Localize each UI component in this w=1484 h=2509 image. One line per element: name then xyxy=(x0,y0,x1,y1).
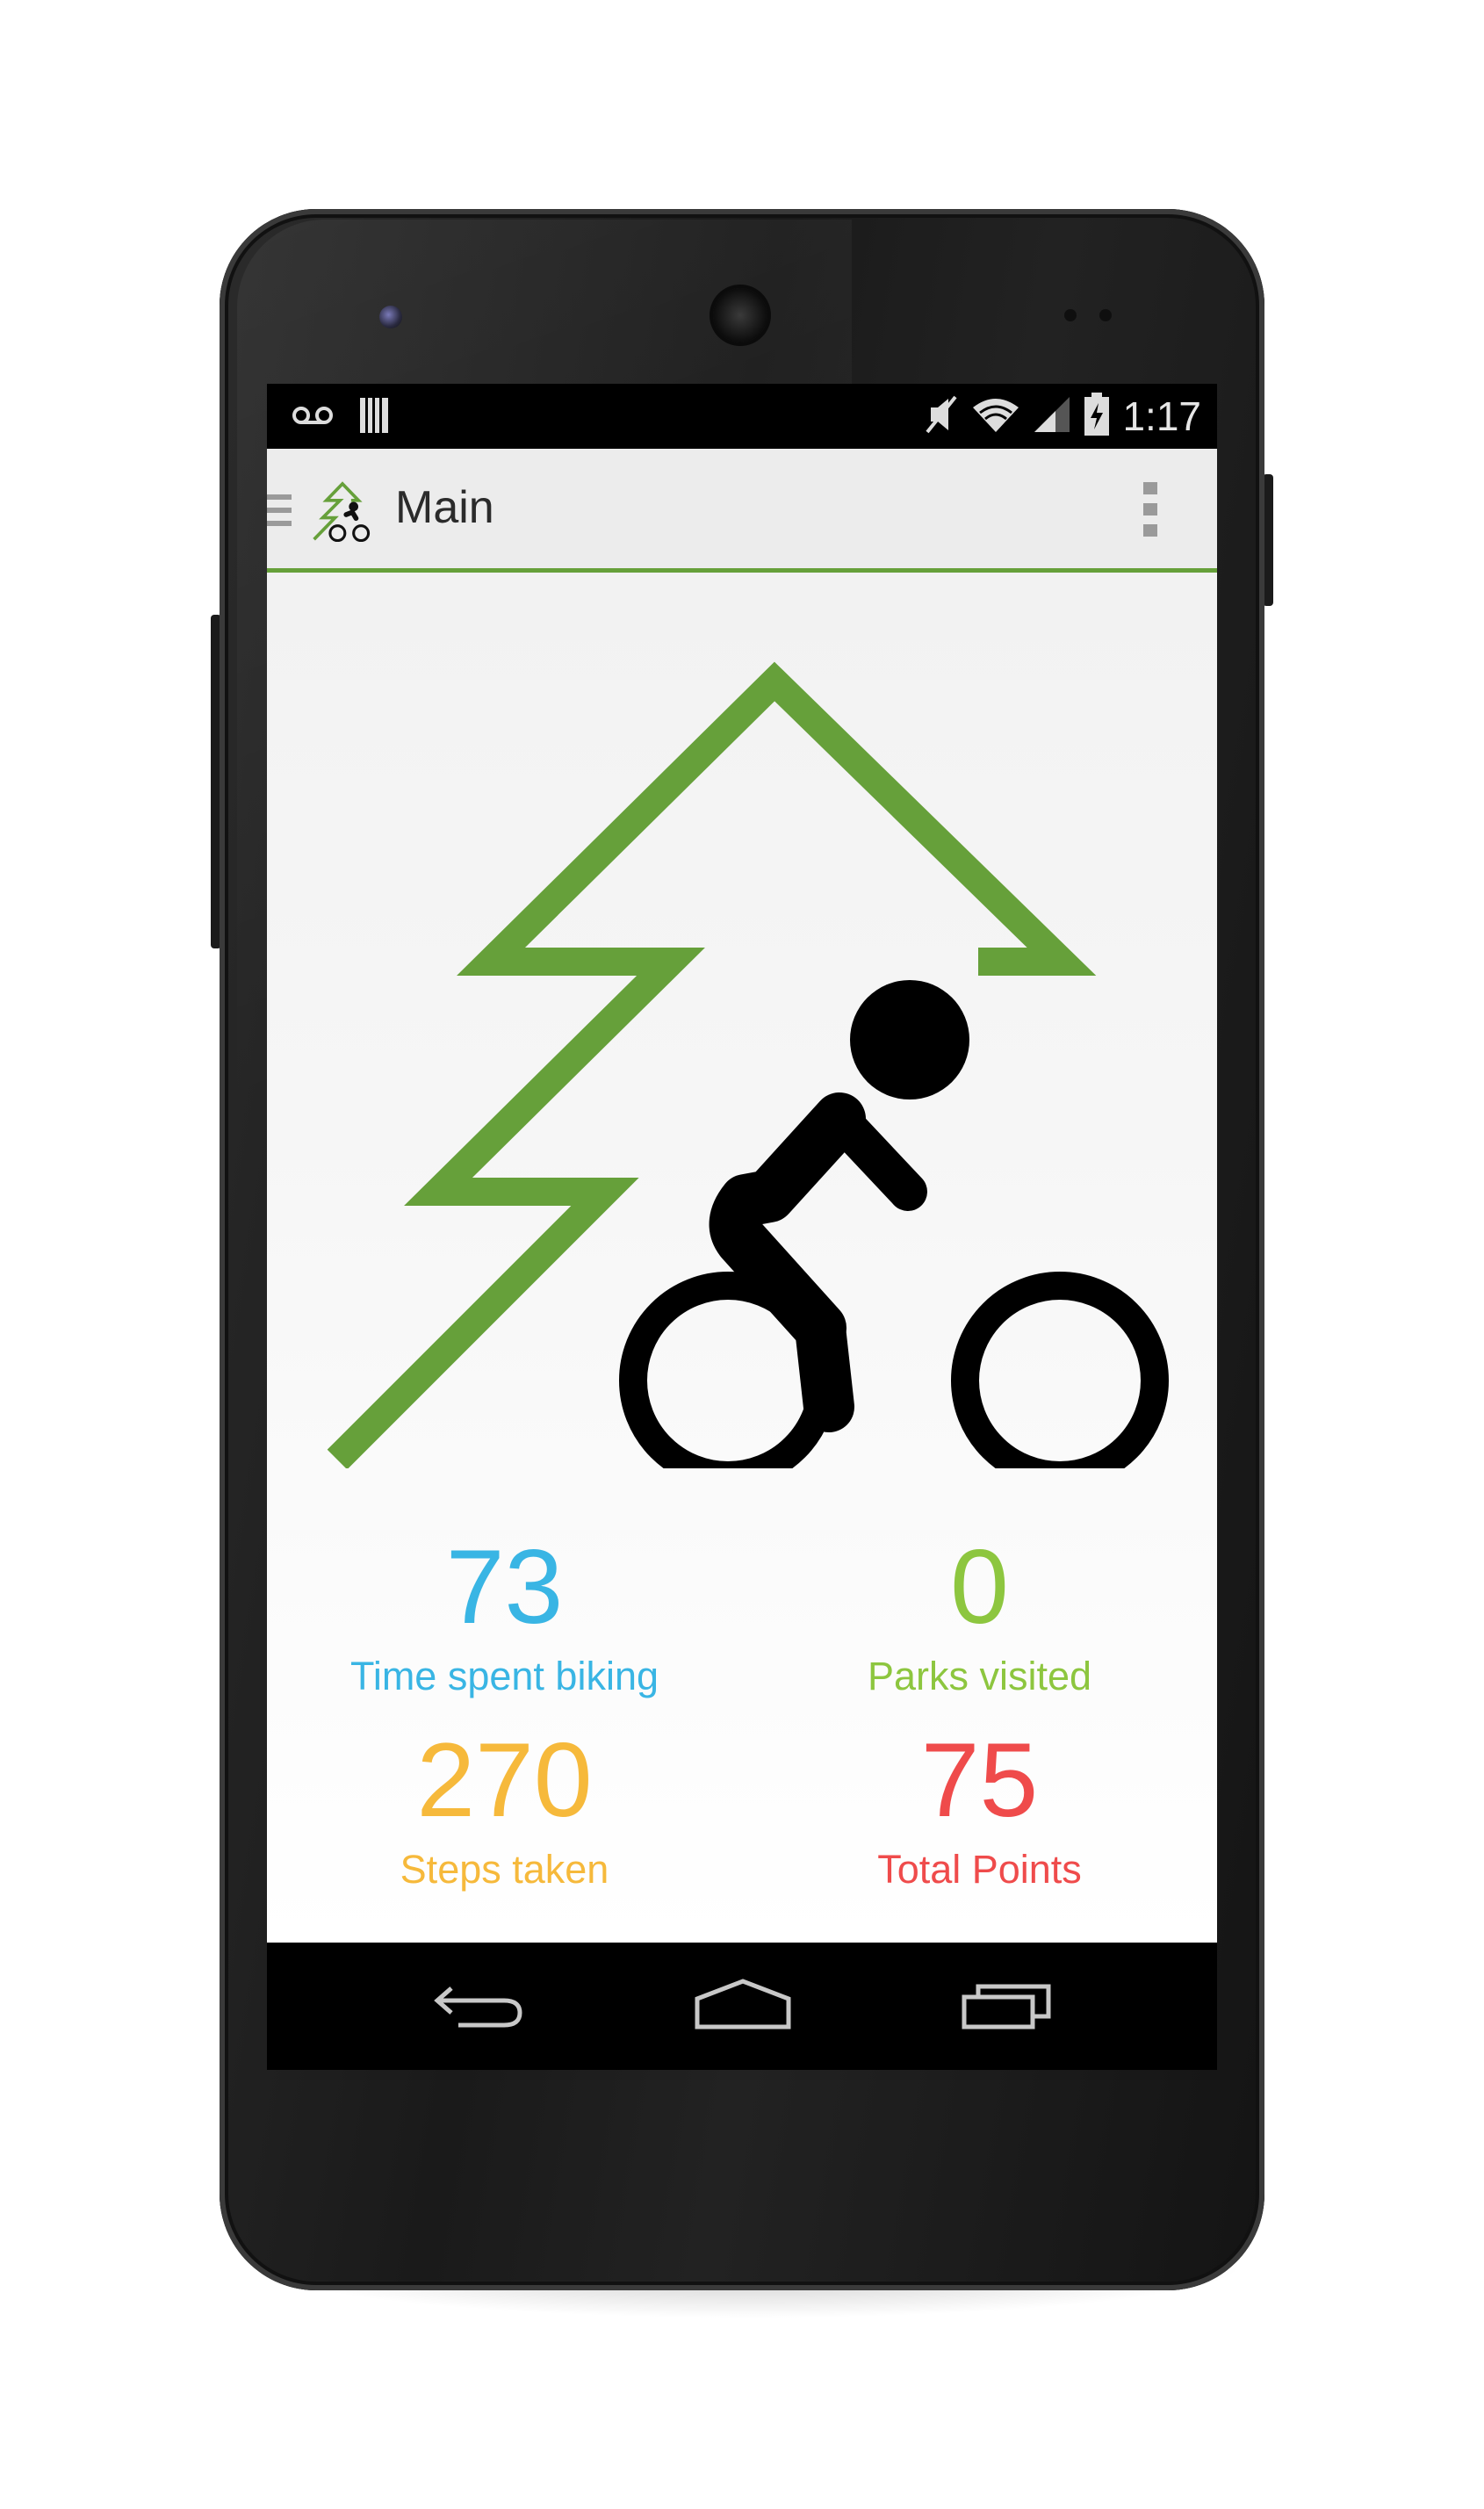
stat-label: Total Points xyxy=(877,1847,1082,1892)
stat-label: Time spent biking xyxy=(350,1654,659,1698)
navigation-bar xyxy=(267,1943,1217,2070)
stat-steps-taken: 270 Steps taken xyxy=(267,1723,742,1893)
main-content: 73 Time spent biking 0 Parks visited 270… xyxy=(267,573,1217,1943)
status-clock: 1:17 xyxy=(1122,393,1201,439)
drawer-icon[interactable] xyxy=(267,493,293,532)
back-icon[interactable] xyxy=(432,1978,525,2035)
stat-parks-visited: 0 Parks visited xyxy=(742,1530,1217,1700)
page-title: Main xyxy=(395,482,494,533)
status-bar: 1:17 xyxy=(267,384,1217,449)
mute-icon xyxy=(924,393,959,440)
recents-icon[interactable] xyxy=(961,1978,1054,2035)
stat-total-points: 75 Total Points xyxy=(742,1723,1217,1893)
voicemail-icon xyxy=(292,403,334,432)
wifi-icon xyxy=(971,395,1020,438)
storage-icon xyxy=(358,396,390,439)
stat-label: Parks visited xyxy=(867,1654,1092,1698)
stat-value: 270 xyxy=(416,1721,593,1839)
front-camera xyxy=(379,306,402,328)
earpiece-speaker xyxy=(713,288,767,342)
cyclist-icon xyxy=(619,980,1169,1468)
proximity-sensor xyxy=(1064,309,1077,321)
battery-charging-icon xyxy=(1084,392,1110,441)
stat-value: 75 xyxy=(920,1721,1039,1839)
overflow-menu-icon[interactable] xyxy=(1143,482,1157,541)
home-icon[interactable] xyxy=(694,1978,792,2035)
action-bar: Main xyxy=(267,449,1217,573)
stat-label: Steps taken xyxy=(400,1847,609,1892)
light-sensor xyxy=(1099,309,1112,321)
stat-value: 0 xyxy=(950,1528,1009,1646)
phone-screen: 1:17 Main 73 Time spent biking 0 Parks v… xyxy=(267,384,1217,2070)
app-logo-icon[interactable] xyxy=(309,475,376,546)
device-mockup: 1:17 Main 73 Time spent biking 0 Parks v… xyxy=(0,0,1484,2509)
cell-signal-icon xyxy=(1033,395,1071,438)
stat-time-biking: 73 Time spent biking xyxy=(267,1530,742,1700)
hero-logo xyxy=(327,661,1169,1468)
stat-value: 73 xyxy=(445,1528,564,1646)
